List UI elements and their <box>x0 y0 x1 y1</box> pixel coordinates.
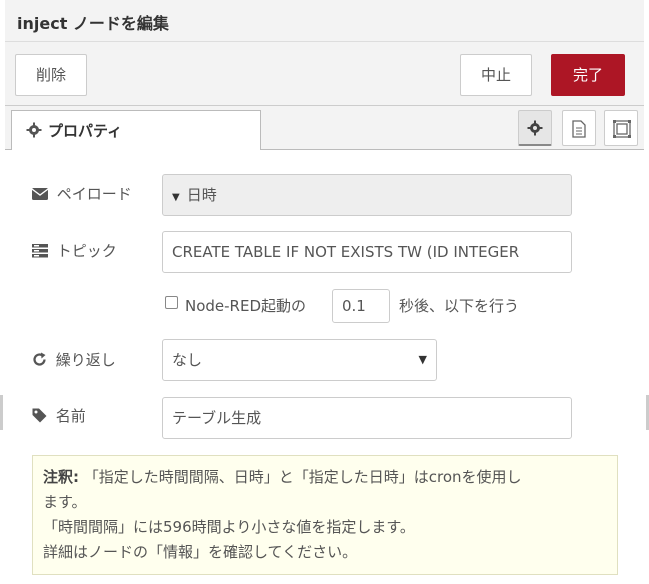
tip-line-2: ます。 <box>43 493 87 511</box>
chevron-down-icon: ▼ <box>418 353 427 366</box>
tab-bar: プロパティ <box>5 106 644 151</box>
topic-label: トピック <box>32 240 117 261</box>
envelope-icon <box>31 185 57 203</box>
inject-once-prefix: Node-RED起動の <box>185 297 307 315</box>
inject-once-checkbox[interactable] <box>165 296 178 309</box>
gear-icon <box>26 122 42 138</box>
payload-value: 日時 <box>186 186 217 204</box>
delete-button[interactable]: 削除 <box>15 54 87 96</box>
tray-header: inject ノードを編集 <box>5 0 644 42</box>
cancel-button[interactable]: 中止 <box>460 54 532 96</box>
inject-once-suffix: 秒後、以下を行う <box>399 297 520 315</box>
payload-label: ペイロード <box>31 183 132 204</box>
done-button[interactable]: 完了 <box>551 54 625 96</box>
repeat-select[interactable]: なし ▼ <box>162 339 437 381</box>
appearance-tab-button[interactable] <box>604 110 638 146</box>
properties-tab-button[interactable] <box>518 110 552 146</box>
tip-box: 注釈: 「指定した時間間隔、日時」と「指定した日時」はcronを使用し ます。 … <box>32 455 618 575</box>
name-label: 名前 <box>32 405 86 426</box>
payload-type-select[interactable]: ▼ 日時 <box>162 174 572 216</box>
name-label-text: 名前 <box>55 407 86 425</box>
topic-label-text: トピック <box>56 242 117 260</box>
once-delay-input[interactable]: 0.1 <box>332 289 390 323</box>
tip-line-1: 「指定した時間間隔、日時」と「指定した日時」はcronを使用し <box>83 468 522 486</box>
tag-icon <box>32 407 56 425</box>
tasks-icon <box>32 242 57 260</box>
repeat-value: なし <box>172 351 203 369</box>
properties-panel: ペイロード ▼ 日時 トピック CREATE TABLE IF NOT EXIST… <box>5 150 644 584</box>
description-tab-button[interactable] <box>562 110 596 146</box>
caret-down-icon: ▼ <box>172 192 180 203</box>
repeat-label-text: 繰り返し <box>55 351 116 369</box>
repeat-label: 繰り返し <box>32 349 116 370</box>
tip-line-4: 詳細はノードの「情報」を確認してください。 <box>43 543 358 561</box>
tip-line-3: 「時間間隔」には596時間より小さな値を指定します。 <box>43 518 415 536</box>
tray-title: inject ノードを編集 <box>17 14 169 33</box>
tab-properties-label: プロパティ <box>48 122 123 140</box>
left-resize-handle[interactable] <box>0 395 3 430</box>
repeat-icon <box>32 351 56 369</box>
topic-input[interactable]: CREATE TABLE IF NOT EXISTS TW (ID INTEGE… <box>162 231 572 273</box>
tray-toolbar: 削除 中止 完了 <box>5 42 644 106</box>
payload-label-text: ペイロード <box>56 185 132 203</box>
name-input[interactable]: テーブル生成 <box>162 397 572 439</box>
tip-bold: 注釈: <box>43 468 79 486</box>
tab-properties[interactable]: プロパティ <box>11 110 261 151</box>
